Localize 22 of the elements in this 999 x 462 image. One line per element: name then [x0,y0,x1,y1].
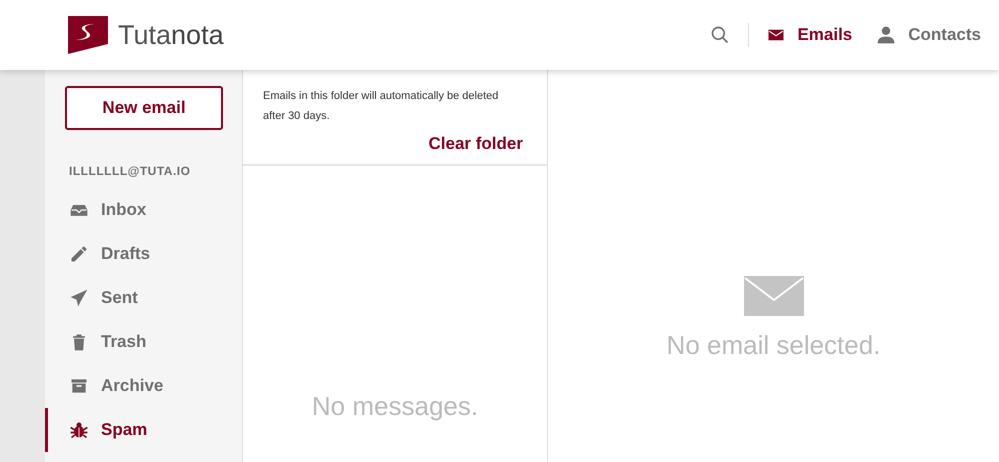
no-selection-message: No email selected. [666,330,880,361]
folder-notice: Emails in this folder will automatically be deleted after 30 days. [263,89,500,124]
bug-icon [69,420,89,440]
new-email-button[interactable]: New email [65,86,223,130]
logo-text: Tutanota [118,20,224,50]
folder-item[interactable]: Trash [45,320,242,364]
clear-folder-button[interactable]: Clear folder [428,134,523,154]
pencil-icon [69,244,89,264]
search-icon [710,25,730,45]
account-label: ILLLLLLL@TUTA.IO [69,164,192,178]
folder-item[interactable]: Drafts [45,232,242,276]
folder-item[interactable]: Spam [45,408,242,452]
paper-plane-icon [69,288,89,308]
person-icon [876,25,896,45]
folder-item[interactable]: Inbox [45,188,242,232]
envelope-icon [744,276,804,316]
logo-icon [68,16,108,54]
folder-item[interactable]: Archive [45,364,242,408]
folder-item[interactable]: Sent [45,276,242,320]
emails-tab[interactable]: Emails [755,25,864,45]
contacts-tab[interactable]: Contacts [864,25,993,45]
empty-list-message: No messages. [312,391,478,422]
